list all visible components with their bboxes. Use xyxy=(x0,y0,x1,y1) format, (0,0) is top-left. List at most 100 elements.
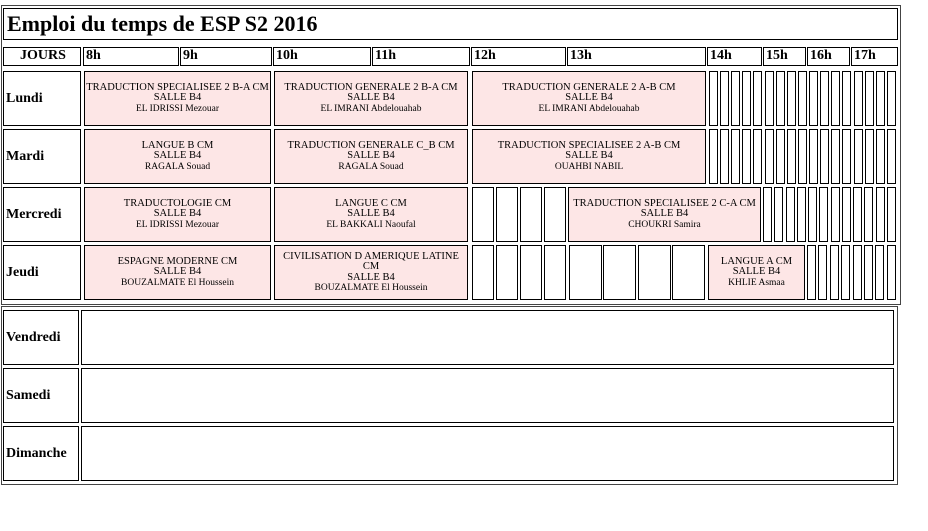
empty-slot-cell xyxy=(720,71,729,126)
course-teacher: RAGALA Souad xyxy=(338,161,404,172)
course-room: SALLE B4 xyxy=(153,208,202,220)
empty-slot-cell xyxy=(854,129,863,184)
course-cell[interactable]: LANGUE C CM SALLE B4 EL BAKKALI Naoufal xyxy=(274,187,468,242)
day-label-lundi: Lundi xyxy=(3,71,81,126)
empty-slot-cell xyxy=(854,71,863,126)
empty-slot-cell xyxy=(774,187,783,242)
course-cell[interactable]: TRADUCTION SPECIALISEE 2 C-A CM SALLE B4… xyxy=(568,187,761,242)
course-cell[interactable]: LANGUE B CM SALLE B4 RAGALA Souad xyxy=(84,129,271,184)
course-teacher: OUAHBI NABIL xyxy=(554,161,624,172)
course-teacher: EL IMRANI Abdelouahab xyxy=(320,103,422,114)
empty-slot-cell xyxy=(798,129,807,184)
course-room: SALLE B4 xyxy=(153,150,202,162)
empty-slot-cell xyxy=(820,71,829,126)
empty-slot-cell xyxy=(638,245,671,300)
course-cell[interactable]: TRADUCTION GENERALE 2 A-B CM SALLE B4 EL… xyxy=(472,71,706,126)
empty-slot-cell xyxy=(865,71,874,126)
course-teacher: BOUZALMATE El Houssein xyxy=(314,283,428,293)
course-cell[interactable]: ESPAGNE MODERNE CM SALLE B4 BOUZALMATE E… xyxy=(84,245,271,300)
empty-slot-cell xyxy=(865,129,874,184)
course-room: SALLE B4 xyxy=(565,92,613,104)
hour-header-15h: 15h xyxy=(763,47,806,66)
course-room: SALLE B4 xyxy=(347,150,395,162)
course-teacher: EL BAKKALI Naoufal xyxy=(326,219,416,230)
empty-slot-cell xyxy=(797,187,806,242)
empty-slot-cell xyxy=(496,187,518,242)
hour-header-14h: 14h xyxy=(707,47,762,66)
empty-slot-cell xyxy=(831,71,840,126)
empty-slot-cell xyxy=(807,245,816,300)
empty-slot-cell xyxy=(787,129,796,184)
empty-slot-cell xyxy=(731,71,740,126)
course-cell[interactable]: LANGUE A CM SALLE B4 KHLIE Asmaa xyxy=(708,245,805,300)
course-cell[interactable]: TRADUCTOLOGIE CM SALLE B4 EL IDRISSI Mez… xyxy=(84,187,271,242)
hour-header-13h: 13h xyxy=(567,47,706,66)
course-cell[interactable]: TRADUCTION GENERALE C_B CM SALLE B4 RAGA… xyxy=(274,129,468,184)
empty-slot-cell xyxy=(603,245,636,300)
empty-slot-cell xyxy=(763,187,772,242)
course-room: SALLE B4 xyxy=(732,266,781,278)
empty-slot-cell xyxy=(786,187,795,242)
hour-header-16h: 16h xyxy=(807,47,850,66)
course-room: SALLE B4 xyxy=(347,271,395,283)
course-room: SALLE B4 xyxy=(153,266,202,278)
empty-slot-cell xyxy=(776,71,785,126)
course-room: SALLE B4 xyxy=(347,92,395,104)
day-label-dimanche: Dimanche xyxy=(3,426,79,481)
course-teacher: KHLIE Asmaa xyxy=(728,277,785,288)
empty-slot-cell xyxy=(842,129,851,184)
hour-header-9h: 9h xyxy=(180,47,272,66)
empty-slot-cell xyxy=(765,71,774,126)
empty-slot-cell xyxy=(544,187,566,242)
empty-slot-cell xyxy=(853,187,862,242)
course-name: CIVILISATION D AMERIQUE LATINE CM xyxy=(283,250,459,272)
empty-slot-cell xyxy=(818,245,827,300)
empty-day-row xyxy=(81,426,894,481)
day-label-mardi: Mardi xyxy=(3,129,81,184)
course-teacher: CHOUKRI Samira xyxy=(628,219,701,230)
course-teacher: EL IDRISSI Mezouar xyxy=(135,103,220,114)
empty-slot-cell xyxy=(709,71,718,126)
page-title: Emploi du temps de ESP S2 2016 xyxy=(3,8,898,40)
day-label-vendredi: Vendredi xyxy=(3,310,79,365)
empty-slot-cell xyxy=(876,187,885,242)
empty-slot-cell xyxy=(569,245,602,300)
day-label-jeudi: Jeudi xyxy=(3,245,81,300)
empty-slot-cell xyxy=(809,71,818,126)
hour-header-11h: 11h xyxy=(372,47,470,66)
empty-slot-cell xyxy=(864,187,873,242)
course-cell[interactable]: CIVILISATION D AMERIQUE LATINE CM SALLE … xyxy=(274,245,468,300)
empty-slot-cell xyxy=(887,187,896,242)
empty-slot-cell xyxy=(496,245,518,300)
empty-slot-cell xyxy=(544,245,566,300)
hour-header-17h: 17h xyxy=(851,47,898,66)
empty-slot-cell xyxy=(841,245,850,300)
empty-slot-cell xyxy=(520,245,542,300)
empty-slot-cell xyxy=(875,245,884,300)
empty-slot-cell xyxy=(887,129,896,184)
course-cell[interactable]: TRADUCTION SPECIALISEE 2 B-A CM SALLE B4… xyxy=(84,71,271,126)
jours-header: JOURS xyxy=(3,47,81,66)
empty-slot-cell xyxy=(709,129,718,184)
course-room: SALLE B4 xyxy=(565,150,613,162)
empty-slot-cell xyxy=(720,129,729,184)
empty-slot-cell xyxy=(809,129,818,184)
empty-slot-cell xyxy=(765,129,774,184)
course-room: SALLE B4 xyxy=(640,208,689,220)
course-teacher: BOUZALMATE El Houssein xyxy=(121,277,234,288)
course-cell[interactable]: TRADUCTION SPECIALISEE 2 A-B CM SALLE B4… xyxy=(472,129,706,184)
empty-slot-cell xyxy=(887,71,896,126)
empty-slot-cell xyxy=(819,187,828,242)
empty-slot-cell xyxy=(672,245,705,300)
empty-slot-cell xyxy=(853,245,862,300)
course-cell[interactable]: TRADUCTION GENERALE 2 B-A CM SALLE B4 EL… xyxy=(274,71,468,126)
day-label-mercredi: Mercredi xyxy=(3,187,81,242)
empty-slot-cell xyxy=(472,187,494,242)
hour-header-12h: 12h xyxy=(471,47,566,66)
empty-slot-cell xyxy=(876,129,885,184)
empty-slot-cell xyxy=(776,129,785,184)
empty-slot-cell xyxy=(842,187,851,242)
empty-slot-cell xyxy=(842,71,851,126)
empty-slot-cell xyxy=(520,187,542,242)
empty-slot-cell xyxy=(887,245,896,300)
